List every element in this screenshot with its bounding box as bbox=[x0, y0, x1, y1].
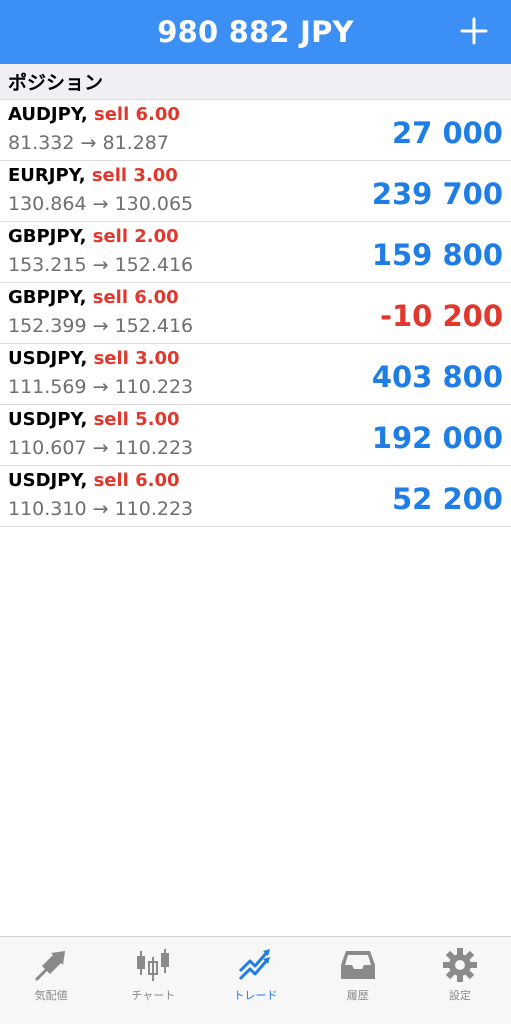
position-side: sell 6.00 bbox=[93, 470, 180, 491]
positions-section-header: ポジション bbox=[0, 64, 511, 100]
tab-quotes[interactable]: 気配値 bbox=[0, 937, 102, 1024]
tab-history[interactable]: 履歴 bbox=[307, 937, 409, 1024]
tab-label: トレード bbox=[233, 989, 278, 1002]
position-side: sell 2.00 bbox=[92, 226, 179, 247]
position-side: sell 3.00 bbox=[91, 165, 178, 186]
candlestick-chart-icon bbox=[137, 949, 170, 981]
tab-label: 設定 bbox=[448, 989, 471, 1002]
position-side: sell 6.00 bbox=[94, 104, 180, 125]
position-profit: 239 700 bbox=[371, 177, 503, 211]
position-profit: 192 000 bbox=[371, 421, 503, 455]
position-side: sell 5.00 bbox=[93, 409, 180, 430]
positions-list: AUDJPY, sell 6.00 81.332 → 81.287 27 000… bbox=[0, 100, 511, 527]
position-symbol: AUDJPY, bbox=[8, 104, 88, 125]
position-symbol: GBPJPY, bbox=[8, 226, 87, 247]
position-side: sell 6.00 bbox=[92, 287, 179, 308]
position-row[interactable]: EURJPY, sell 3.00 130.864 → 130.065 239 … bbox=[0, 161, 511, 222]
position-symbol: USDJPY, bbox=[8, 470, 88, 491]
position-row[interactable]: GBPJPY, sell 2.00 153.215 → 152.416 159 … bbox=[0, 222, 511, 283]
position-prices: 130.864 → 130.065 bbox=[8, 193, 194, 215]
position-prices: 153.215 → 152.416 bbox=[8, 254, 194, 276]
position-profit: -10 200 bbox=[379, 299, 503, 333]
position-prices: 111.569 → 110.223 bbox=[8, 376, 194, 398]
tab-chart[interactable]: チャート bbox=[102, 937, 204, 1024]
position-symbol: USDJPY, bbox=[8, 348, 88, 369]
position-symbol: USDJPY, bbox=[8, 409, 88, 430]
position-row[interactable]: USDJPY, sell 6.00 110.310 → 110.223 52 2… bbox=[0, 466, 511, 527]
position-profit: 403 800 bbox=[371, 360, 503, 394]
tab-label: 履歴 bbox=[346, 989, 369, 1002]
settings-gear-icon bbox=[442, 948, 477, 982]
position-profit: 159 800 bbox=[371, 238, 503, 272]
tab-settings[interactable]: 設定 bbox=[409, 937, 511, 1024]
section-title: ポジション bbox=[8, 72, 104, 94]
tab-trade[interactable]: トレード bbox=[204, 937, 306, 1024]
position-profit: 27 000 bbox=[392, 116, 503, 150]
position-prices: 110.607 → 110.223 bbox=[8, 437, 194, 459]
history-tray-icon bbox=[340, 951, 375, 979]
position-symbol: EURJPY, bbox=[8, 165, 86, 186]
position-symbol: GBPJPY, bbox=[8, 287, 87, 308]
position-row[interactable]: GBPJPY, sell 6.00 152.399 → 152.416 -10 … bbox=[0, 283, 511, 344]
account-balance-title: 980 882 JPY bbox=[157, 15, 354, 49]
position-row[interactable]: AUDJPY, sell 6.00 81.332 → 81.287 27 000 bbox=[0, 100, 511, 161]
plus-icon[interactable] bbox=[457, 14, 491, 48]
position-row[interactable]: USDJPY, sell 5.00 110.607 → 110.223 192 … bbox=[0, 405, 511, 466]
position-prices: 152.399 → 152.416 bbox=[8, 315, 194, 337]
position-prices: 81.332 → 81.287 bbox=[8, 132, 169, 154]
position-prices: 110.310 → 110.223 bbox=[8, 498, 194, 520]
trade-trend-icon bbox=[238, 949, 270, 981]
quotes-arrows-icon bbox=[35, 951, 66, 981]
position-side: sell 3.00 bbox=[93, 348, 180, 369]
top-bar: 980 882 JPY bbox=[0, 0, 511, 64]
position-profit: 52 200 bbox=[392, 482, 503, 516]
tab-label: チャート bbox=[131, 989, 176, 1002]
tab-label: 気配値 bbox=[34, 989, 68, 1002]
position-row[interactable]: USDJPY, sell 3.00 111.569 → 110.223 403 … bbox=[0, 344, 511, 405]
bottom-tab-bar: 気配値 チャート トレード 履歴 設定 bbox=[0, 936, 511, 1024]
